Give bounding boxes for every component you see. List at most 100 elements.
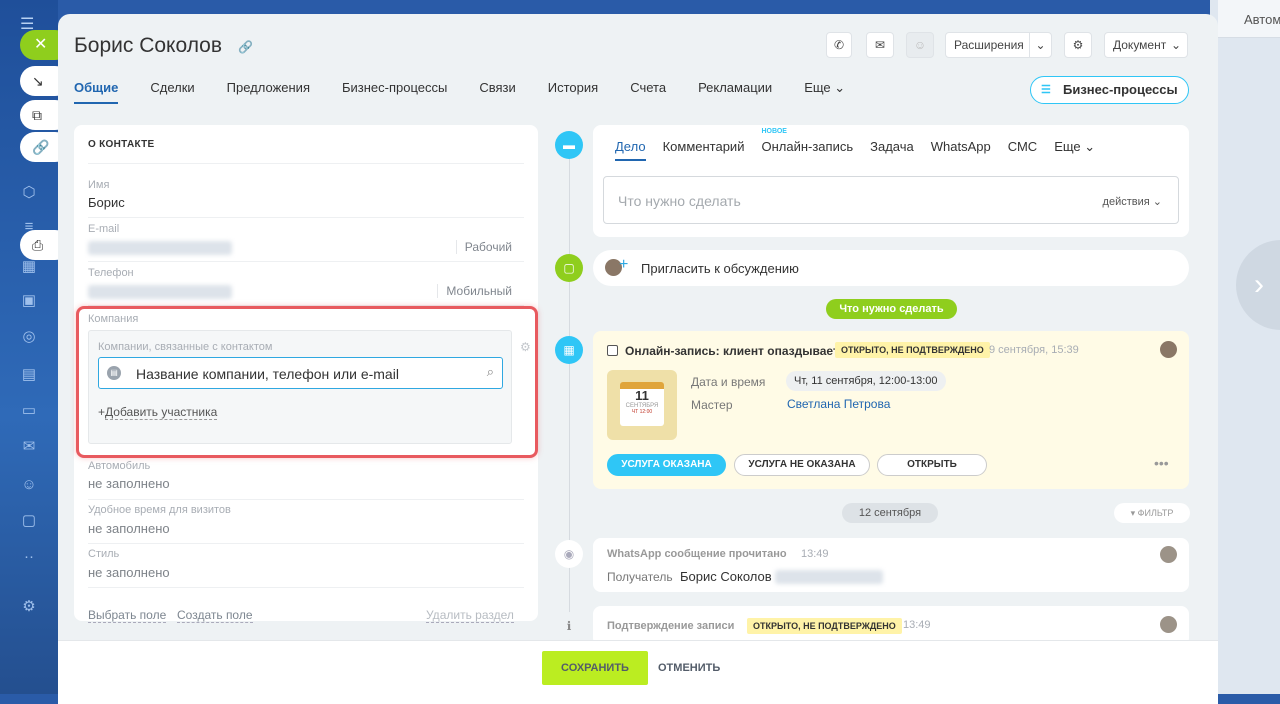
name-value[interactable]: Борис (88, 195, 125, 210)
editor-tab-booking[interactable]: НОВОЕ Онлайн-запись (761, 128, 853, 155)
email-type: Рабочий (455, 240, 512, 254)
delete-section-link[interactable]: Удалить раздел (426, 608, 514, 623)
tab-general[interactable]: Общие (74, 80, 119, 104)
phone-icon: ✆ (833, 38, 845, 52)
sidebar-robot-icon[interactable]: ◎ (18, 326, 40, 348)
timeline-comment-icon: ▬ (555, 131, 583, 159)
chat-button[interactable]: ☺ (906, 32, 934, 58)
visit-value[interactable]: не заполнено (88, 521, 170, 536)
sidebar-mail-icon[interactable]: ✉ (18, 436, 40, 458)
phone-label: Телефон (88, 267, 134, 279)
mail-icon: ✉ (874, 38, 886, 52)
sidebar-dots-icon[interactable]: ·· (18, 546, 40, 568)
activity-editor: Дело Комментарий НОВОЕ Онлайн-запись Зада… (593, 125, 1189, 237)
email-value-blurred[interactable] (88, 241, 232, 255)
next-arrow[interactable]: › (1236, 240, 1280, 330)
timeline-booking-icon: ▦ (555, 336, 583, 364)
phone-value-blurred[interactable] (88, 285, 232, 299)
timeline-info-icon: ℹ (555, 612, 583, 640)
name-label: Имя (88, 179, 110, 191)
wa-title: WhatsApp сообщение прочитано (607, 548, 787, 560)
select-field-link[interactable]: Выбрать поле (88, 608, 167, 623)
sidebar-store-icon[interactable]: ▭ (18, 400, 40, 422)
tab-quotes[interactable]: Предложения (227, 80, 310, 104)
date-label: Дата и время (691, 375, 766, 389)
chevron-right-icon: › (1254, 268, 1264, 301)
tab-claims[interactable]: Рекламации (698, 80, 772, 104)
extensions-dropdown[interactable]: Расширения ⌄ (945, 32, 1052, 58)
editor-tab-todo[interactable]: Задача (870, 139, 914, 155)
business-process-button[interactable]: ☰ Бизнес-процессы (1030, 76, 1189, 104)
call-button[interactable]: ✆ (826, 32, 852, 58)
create-field-link[interactable]: Создать поле (177, 608, 253, 623)
sidebar-settings-icon[interactable]: ⚙ (18, 596, 40, 618)
tab-invoices[interactable]: Счета (630, 80, 666, 104)
new-badge: НОВОЕ (761, 128, 787, 135)
sidebar-calendar-icon[interactable]: ▣ (18, 290, 40, 312)
cancel-button[interactable]: ОТМЕНИТЬ (658, 651, 722, 685)
invite-row[interactable]: + Пригласить к обсуждению (593, 250, 1189, 286)
booking-card: Онлайн-запись: клиент опаздывает ОТКРЫТО… (593, 331, 1189, 489)
status-badge: ОТКРЫТО, НЕ ПОДТВЕРЖДЕНО (835, 342, 990, 358)
cal-sub: ЧТ 12:00 (631, 409, 653, 415)
save-button[interactable]: СОХРАНИТЬ (542, 651, 648, 685)
tab-business-processes[interactable]: Бизнес-процессы (342, 80, 447, 104)
car-value[interactable]: не заполнено (88, 476, 170, 491)
avatar (1160, 546, 1177, 563)
complete-checkbox[interactable] (607, 345, 618, 356)
recipient-label: Получатель (607, 570, 673, 584)
settings-button[interactable]: ⚙ (1064, 32, 1092, 58)
recipient-name[interactable]: Борис Соколов (680, 569, 772, 584)
bp-icon: ☰ (1041, 84, 1051, 96)
email-label: E-mail (88, 223, 120, 235)
sidebar-table-icon[interactable]: ▦ (18, 256, 40, 278)
tab-relations[interactable]: Связи (479, 80, 515, 104)
timeline-chat-icon: ▢ (555, 254, 583, 282)
todo-input[interactable]: Что нужно сделать действия ⌄ (603, 176, 1179, 224)
invite-label: Пригласить к обсуждению (641, 261, 799, 276)
style-label: Стиль (88, 548, 120, 560)
editor-tab-sms[interactable]: СМС (1008, 139, 1037, 155)
tab-more[interactable]: Еще ⌄ (804, 80, 845, 104)
sidebar-hex-icon[interactable]: ⬡ (18, 182, 40, 204)
timeline-line (569, 134, 570, 694)
date-pill: 12 сентября (842, 503, 938, 523)
actions-dropdown[interactable]: действия ⌄ (1103, 195, 1162, 208)
filter-button[interactable]: ▾ ФИЛЬТР (1114, 503, 1190, 523)
sidebar-doc-icon[interactable]: ▤ (18, 364, 40, 386)
booking-title[interactable]: Онлайн-запись: клиент опаздывает (625, 344, 839, 358)
chat-icon: ☺ (913, 38, 927, 52)
editor-tab-comment[interactable]: Комментарий (663, 139, 745, 155)
open-button[interactable]: ОТКРЫТЬ (877, 454, 987, 476)
tabs-bar: Общие Сделки Предложения Бизнес-процессы… (74, 80, 877, 104)
master-link[interactable]: Светлана Петрова (787, 397, 890, 411)
editor-tab-whatsapp[interactable]: WhatsApp (931, 139, 991, 155)
plus-icon: + (619, 256, 629, 273)
more-dots-icon[interactable]: ••• (1154, 455, 1169, 471)
service-done-button[interactable]: УСЛУГА ОКАЗАНА (607, 454, 726, 476)
confirm-title: Подтверждение записи (607, 620, 735, 632)
email-button[interactable]: ✉ (866, 32, 894, 58)
background-text: Автом (1244, 12, 1280, 27)
link-icon[interactable]: 🔗 (238, 40, 253, 54)
master-label: Мастер (691, 398, 733, 412)
bp-label: Бизнес-процессы (1063, 82, 1178, 97)
calendar-icon: 11 СЕНТЯБРЯ ЧТ 12:00 (607, 370, 677, 440)
editor-tab-more[interactable]: Еще ⌄ (1054, 139, 1095, 155)
tab-deals[interactable]: Сделки (150, 80, 194, 104)
service-not-done-button[interactable]: УСЛУГА НЕ ОКАЗАНА (734, 454, 870, 476)
document-dropdown[interactable]: Документ ⌄ (1104, 32, 1188, 58)
todo-placeholder: Что нужно сделать (618, 193, 741, 209)
editor-tab-task[interactable]: Дело (615, 139, 646, 161)
filter-icon: ▾ (1130, 508, 1136, 518)
tab-history[interactable]: История (548, 80, 598, 104)
highlight-frame (76, 306, 538, 458)
footer-bar: СОХРАНИТЬ ОТМЕНИТЬ (58, 640, 1218, 704)
car-label: Автомобиль (88, 460, 151, 472)
avatar (1160, 341, 1177, 358)
todo-pill: Что нужно сделать (826, 299, 957, 319)
chevron-down-icon: ⌄ (1029, 33, 1051, 57)
sidebar-monitor-icon[interactable]: ▢ (18, 510, 40, 532)
style-value[interactable]: не заполнено (88, 565, 170, 580)
sidebar-users-icon[interactable]: ☺ (18, 474, 40, 496)
